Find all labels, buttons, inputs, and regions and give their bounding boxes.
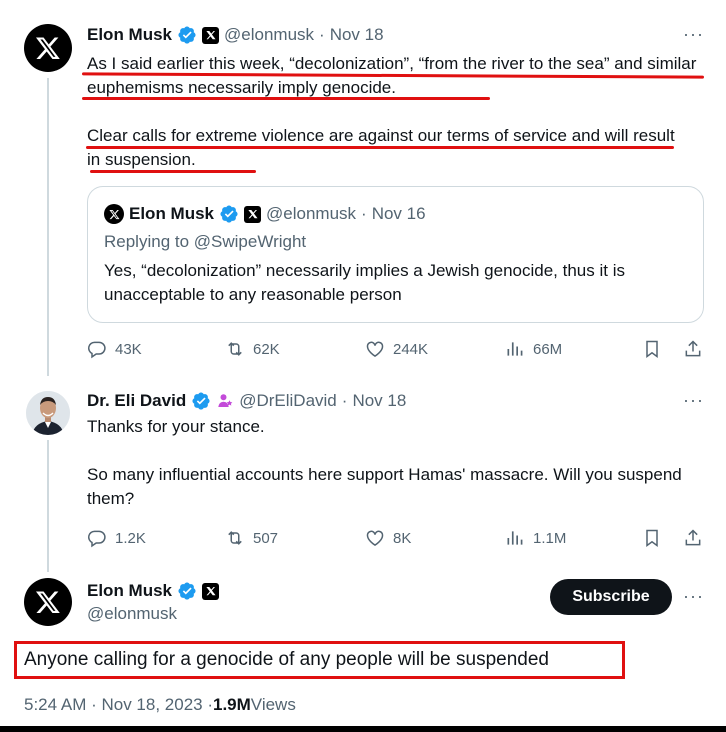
verified-badge-icon: [192, 392, 210, 410]
views-label: Views: [250, 695, 296, 714]
like-count: 244K: [393, 340, 429, 358]
like-icon: [366, 341, 384, 357]
like-button[interactable]: 244K: [365, 339, 428, 359]
bookmark-icon: [646, 340, 658, 358]
more-icon[interactable]: ···: [683, 390, 704, 411]
author-name[interactable]: Elon Musk: [87, 25, 172, 45]
separator-dot: ·: [341, 391, 348, 410]
like-count: 8K: [393, 529, 412, 547]
tweet-date[interactable]: Nov 18: [330, 25, 384, 45]
reply-icon: [87, 341, 106, 359]
bottom-border: [0, 726, 726, 732]
tweet2-paragraph-1: Thanks for your stance.: [87, 417, 265, 436]
eli-david-avatar[interactable]: [26, 391, 70, 435]
like-icon: [366, 530, 384, 546]
main-tweet-text: Anyone calling for a genocide of any peo…: [24, 649, 549, 670]
repost-count: 62K: [253, 340, 280, 358]
x-logo-icon: [35, 591, 60, 614]
quoted-tweet-text: Yes, “decolonization” necessarily implie…: [104, 261, 625, 304]
quoted-author-name: Elon Musk: [129, 204, 215, 223]
tweet-date[interactable]: Nov 18: [352, 391, 406, 411]
affiliate-badge-icon: [218, 394, 233, 407]
share-icon: [685, 529, 701, 546]
author-name[interactable]: Dr. Eli David: [87, 391, 186, 411]
separator-dot: ·: [319, 25, 325, 44]
tweet2-header: Dr. Eli David @DrEliDavid · Nov 18: [87, 390, 411, 412]
author-handle[interactable]: @elonmusk: [224, 25, 314, 45]
tweet1-header: Elon Musk @elonmusk · Nov 18: [87, 24, 389, 46]
reply-count: 1.2K: [115, 529, 146, 547]
views-button[interactable]: 1.1M: [505, 528, 566, 548]
author-handle[interactable]: @elonmusk: [87, 604, 177, 624]
reply-icon: [87, 530, 106, 548]
x-logo-icon: [108, 209, 119, 219]
annotation-underline: [82, 97, 490, 100]
quoted-author-handle: @elonmusk: [266, 204, 357, 223]
repost-count: 507: [253, 529, 279, 547]
tweet2-paragraph-2: So many influential accounts here suppor…: [87, 465, 682, 508]
views-count: 1.1M: [533, 529, 567, 547]
author-handle[interactable]: @DrEliDavid: [239, 391, 337, 411]
affiliate-badge-icon: [244, 205, 262, 223]
verified-badge-icon: [220, 205, 238, 223]
author-name[interactable]: Elon Musk: [87, 581, 172, 601]
verified-badge-icon: [178, 26, 196, 44]
bookmark-button[interactable]: [642, 339, 670, 359]
bookmark-button[interactable]: [642, 528, 670, 548]
share-button[interactable]: [683, 339, 711, 359]
main-tweet-timestamp-row: 5:24 AM · Nov 18, 2023 · 1.9M Views: [24, 694, 296, 716]
views-button[interactable]: 66M: [505, 339, 562, 359]
annotation-underline: [90, 170, 256, 173]
verified-badge-icon: [178, 582, 196, 600]
repost-icon: [228, 531, 242, 545]
main-tweet-name-row: Elon Musk: [87, 580, 224, 602]
replying-to-label: Replying to @SwipeWright: [104, 232, 307, 251]
elon-avatar[interactable]: [24, 24, 72, 72]
quoted-tweet-card[interactable]: Elon Musk @elonmusk · Nov 16 Replying to…: [87, 186, 704, 323]
views-icon: [507, 531, 523, 545]
views-icon: [507, 342, 523, 356]
affiliate-badge-icon: [202, 26, 220, 44]
elon-avatar[interactable]: [24, 578, 72, 626]
share-button[interactable]: [683, 528, 711, 548]
x-logo-icon: [35, 37, 60, 60]
timestamp[interactable]: 5:24 AM · Nov 18, 2023 ·: [24, 695, 213, 715]
repost-button[interactable]: 62K: [225, 339, 280, 359]
thread-connector-line: [47, 78, 49, 376]
reply-count: 43K: [115, 340, 142, 358]
views-count: 66M: [533, 340, 563, 358]
thread-connector-line: [47, 440, 49, 572]
view-count: 1.9M: [213, 695, 251, 714]
repost-button[interactable]: 507: [225, 528, 278, 548]
quoted-tweet-date: Nov 16: [371, 204, 426, 223]
like-button[interactable]: 8K: [365, 528, 411, 548]
share-icon: [685, 340, 701, 357]
quoted-tweet-header: Elon Musk @elonmusk · Nov 16: [104, 203, 431, 225]
bookmark-icon: [646, 529, 658, 547]
person-photo-icon: [26, 391, 70, 435]
elon-avatar-small: [104, 204, 124, 224]
repost-icon: [228, 342, 242, 356]
more-icon[interactable]: ···: [683, 586, 704, 607]
reply-button[interactable]: 1.2K: [87, 528, 146, 548]
more-icon[interactable]: ···: [683, 24, 704, 45]
separator-dot: ·: [361, 204, 367, 223]
annotation-underline: [86, 146, 674, 149]
subscribe-button[interactable]: Subscribe: [550, 579, 672, 615]
reply-button[interactable]: 43K: [87, 339, 142, 359]
affiliate-badge-icon: [202, 582, 220, 600]
